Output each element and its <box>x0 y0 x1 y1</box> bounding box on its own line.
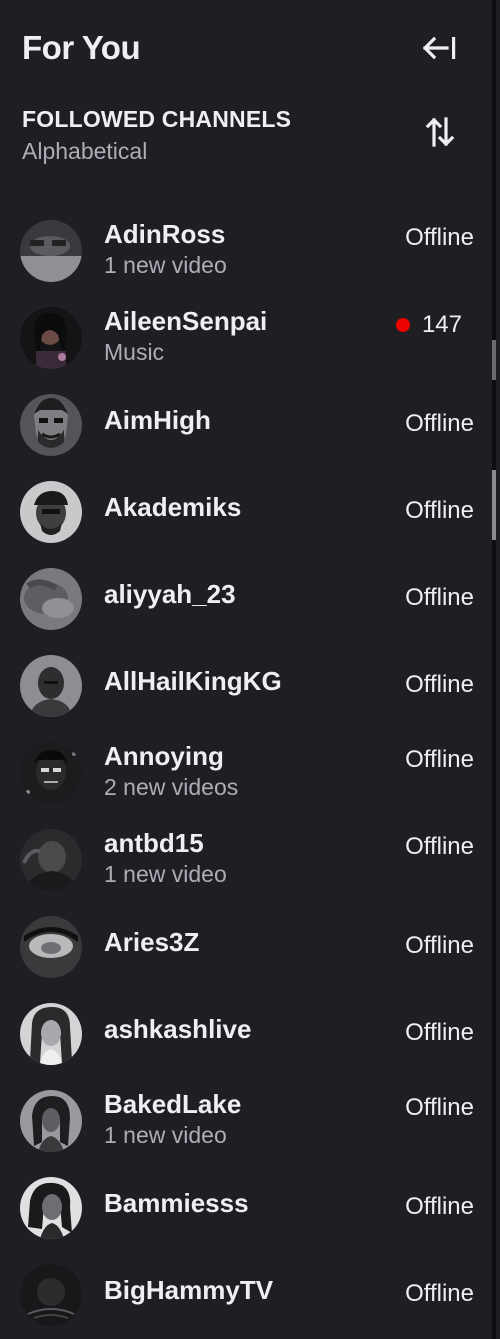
channel-subtitle: 1 new video <box>104 1122 227 1148</box>
channel-name: BakedLake <box>104 1089 242 1119</box>
channel-avatar <box>20 1003 82 1065</box>
channel-status: Offline <box>405 222 474 254</box>
channel-item[interactable]: BakedLake 1 new video Offline <box>0 1078 496 1165</box>
channel-name: aliyyah_23 <box>104 579 236 609</box>
status-text: Offline <box>405 932 474 959</box>
sort-button[interactable] <box>420 112 460 152</box>
status-text: Offline <box>405 410 474 437</box>
status-text: Offline <box>405 671 474 698</box>
channel-text: BigHammyTV <box>104 1274 273 1306</box>
channel-avatar <box>20 394 82 456</box>
collapse-left-icon <box>423 36 456 60</box>
channel-text: ashkashlive <box>104 1013 251 1045</box>
collapse-sidebar-button[interactable] <box>420 28 460 68</box>
channel-name: antbd15 <box>104 828 204 858</box>
channel-avatar <box>20 1264 82 1326</box>
channel-item[interactable]: aliyyah_23 Offline <box>0 556 496 643</box>
channel-name: ashkashlive <box>104 1014 252 1044</box>
channel-status: 147 <box>395 309 462 341</box>
sort-mode-label: Alphabetical <box>22 138 148 164</box>
channel-status: Offline <box>405 495 474 527</box>
channel-subtitle: 1 new video <box>104 861 227 887</box>
channel-avatar <box>20 1177 82 1239</box>
channel-subtitle: Music <box>104 339 165 365</box>
followed-channels-section-header: FOLLOWED CHANNELS Alphabetical <box>22 104 460 168</box>
section-title: FOLLOWED CHANNELS <box>22 106 292 132</box>
channel-status: Offline <box>405 582 474 614</box>
status-text: Offline <box>405 1280 474 1307</box>
channel-name: BigHammyTV <box>104 1275 274 1305</box>
channel-avatar <box>20 481 82 543</box>
channel-name: Annoying <box>104 741 224 771</box>
followed-channels-sidebar: For You FOLLOWED CHANNELS Alphabetical A… <box>0 0 496 1339</box>
channel-avatar <box>20 829 82 891</box>
channel-avatar <box>20 742 82 804</box>
channel-status: Offline <box>405 1092 474 1124</box>
status-text: Offline <box>405 584 474 611</box>
channel-name: AimHigh <box>104 405 211 435</box>
channel-text: Akademiks <box>104 491 241 523</box>
status-text: Offline <box>405 224 474 251</box>
channel-name: AllHailKingKG <box>104 666 282 696</box>
status-text: Offline <box>405 497 474 524</box>
status-text: Offline <box>405 1019 474 1046</box>
channel-name: Akademiks <box>104 492 242 522</box>
channel-subtitle: 1 new video <box>104 252 227 278</box>
channel-text: BakedLake 1 new video <box>104 1088 241 1150</box>
channel-item[interactable]: AllHailKingKG Offline <box>0 643 496 730</box>
channel-item[interactable]: AimHigh Offline <box>0 382 496 469</box>
channel-subtitle: 2 new videos <box>104 774 239 800</box>
channel-status: Offline <box>405 669 474 701</box>
channel-text: aliyyah_23 <box>104 578 236 610</box>
channel-status: Offline <box>405 1017 474 1049</box>
channel-item[interactable]: BigHammyTV Offline <box>0 1252 496 1339</box>
channel-text: antbd15 1 new video <box>104 827 227 889</box>
channel-text: Annoying 2 new videos <box>104 740 238 802</box>
sidebar-header: For You <box>22 26 460 70</box>
status-text: Offline <box>405 1094 474 1121</box>
viewer-count: 147 <box>421 311 462 338</box>
channel-avatar <box>20 220 82 282</box>
channel-text: AileenSenpai Music <box>104 305 267 367</box>
status-text: Offline <box>405 1193 474 1220</box>
channel-text: Aries3Z <box>104 926 199 958</box>
channel-avatar <box>20 307 82 369</box>
channel-text: Bammiesss <box>104 1187 249 1219</box>
channel-item[interactable]: AileenSenpai Music 147 <box>0 295 496 382</box>
channel-item[interactable]: ashkashlive Offline <box>0 991 496 1078</box>
channel-avatar <box>20 916 82 978</box>
live-indicator-icon <box>395 318 410 332</box>
channel-text: AimHigh <box>104 404 211 436</box>
channel-item[interactable]: Bammiesss Offline <box>0 1165 496 1252</box>
channel-status: Offline <box>405 744 474 776</box>
channel-name: Bammiesss <box>104 1188 249 1218</box>
page-title: For You <box>22 29 141 66</box>
channel-avatar <box>20 568 82 630</box>
channel-text: AllHailKingKG <box>104 665 282 697</box>
channel-status: Offline <box>405 408 474 440</box>
channel-text: AdinRoss 1 new video <box>104 218 227 280</box>
channel-name: AdinRoss <box>104 219 226 249</box>
channel-item[interactable]: Akademiks Offline <box>0 469 496 556</box>
channel-name: AileenSenpai <box>104 306 268 336</box>
channel-avatar <box>20 655 82 717</box>
channel-avatar <box>20 1090 82 1152</box>
channel-list: AdinRoss 1 new video Offline AileenSenpa… <box>0 208 496 1339</box>
channel-item[interactable]: Annoying 2 new videos Offline <box>0 730 496 817</box>
status-text: Offline <box>405 833 474 860</box>
channel-status: Offline <box>405 930 474 962</box>
status-text: Offline <box>405 746 474 773</box>
channel-item[interactable]: AdinRoss 1 new video Offline <box>0 208 496 295</box>
sort-arrows-icon <box>425 117 455 147</box>
channel-status: Offline <box>405 831 474 863</box>
channel-name: Aries3Z <box>104 927 200 957</box>
channel-item[interactable]: antbd15 1 new video Offline <box>0 817 496 904</box>
channel-status: Offline <box>405 1278 474 1310</box>
channel-status: Offline <box>405 1191 474 1223</box>
channel-item[interactable]: Aries3Z Offline <box>0 904 496 991</box>
